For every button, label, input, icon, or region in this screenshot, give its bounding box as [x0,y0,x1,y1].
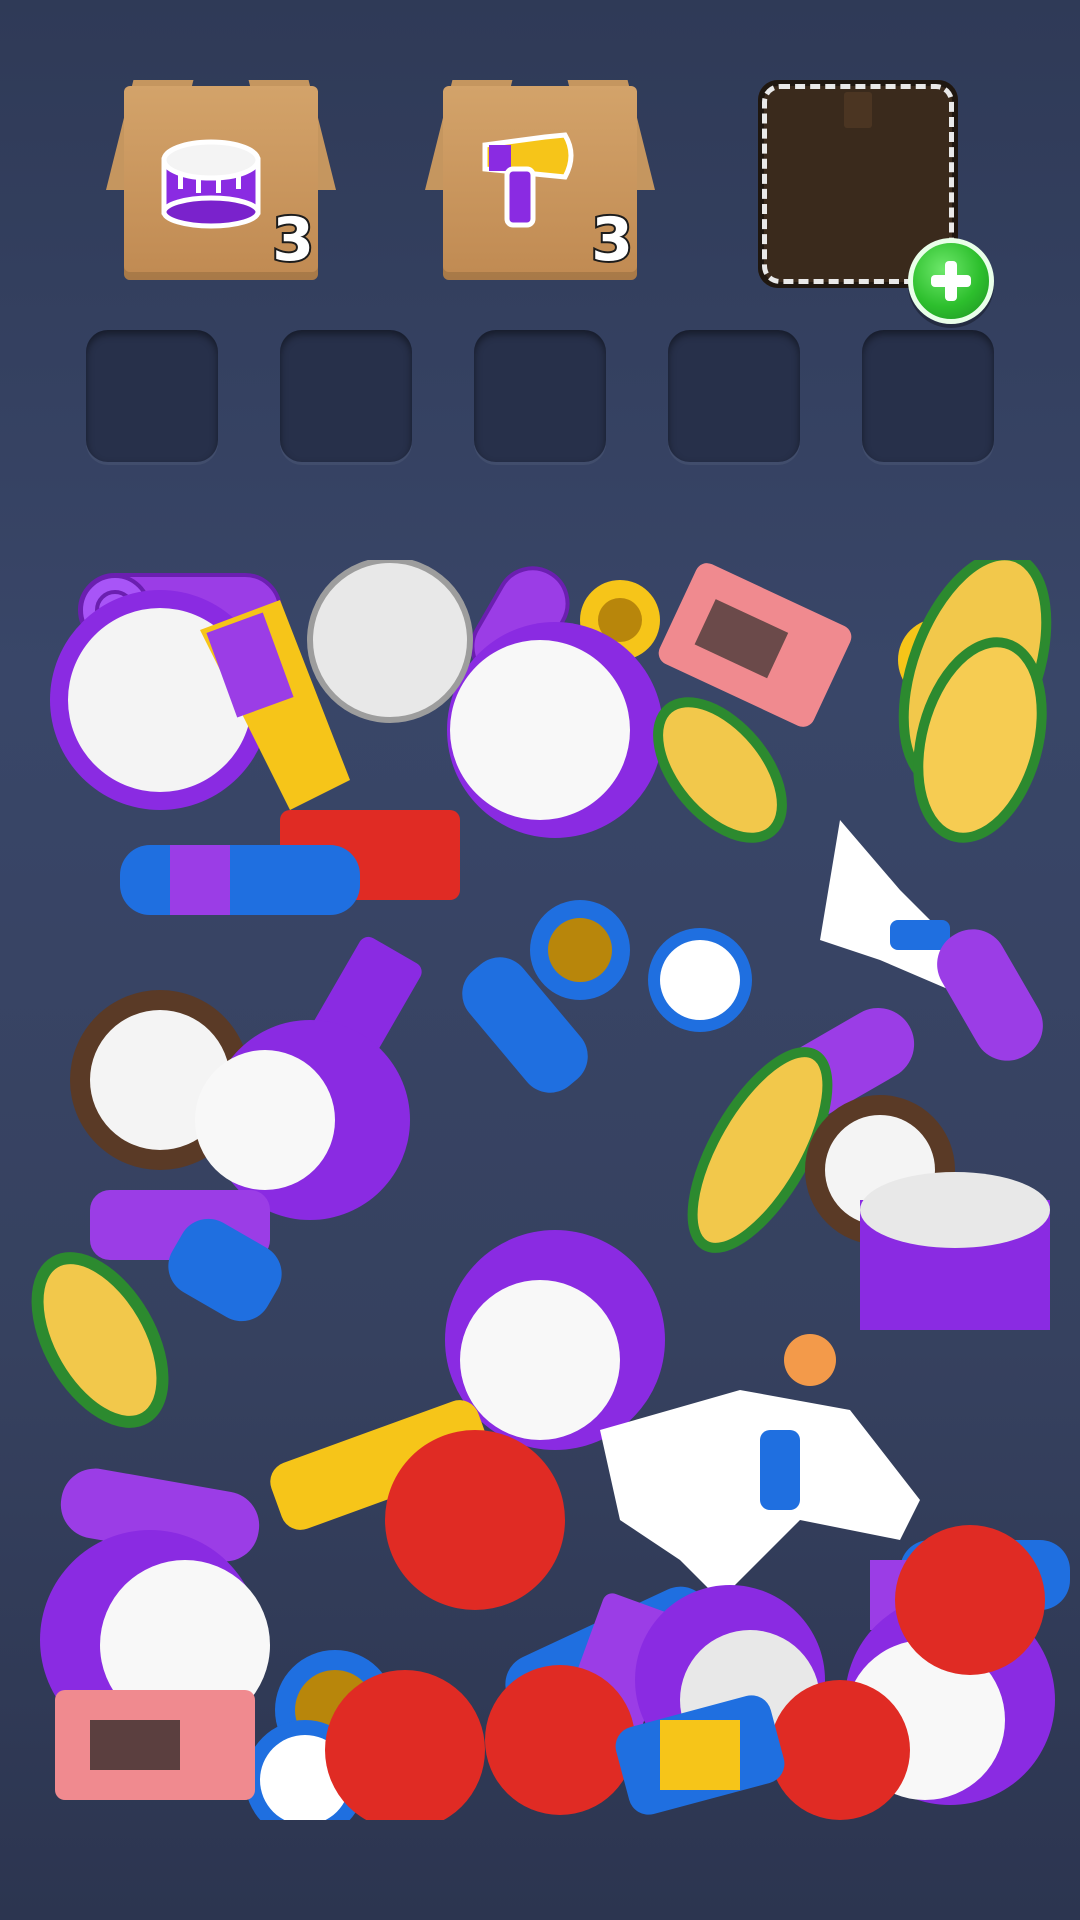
order-box-drum: 3 [106,80,336,280]
drum-icon [161,139,261,229]
corn-item[interactable] [20,1237,188,1443]
hair-dryer-icon [482,132,574,228]
drum-item[interactable] [307,557,473,723]
apple-item[interactable] [385,1430,565,1610]
toy-car-item[interactable] [55,1690,255,1800]
order-box-hair-dryer: 3 [425,80,655,280]
drum-item[interactable] [447,622,663,838]
item-pile [20,550,1070,1840]
add-order-button[interactable] [908,238,994,324]
order-count: 3 [589,205,635,275]
tray-slot-4 [668,330,800,462]
tray-slot-1 [86,330,218,462]
blue-cup-item[interactable] [530,900,752,1032]
tray-slot-3 [474,330,606,462]
blue-bottle-item[interactable] [120,845,360,915]
tray-slot-2 [280,330,412,462]
drum-item[interactable] [860,1172,1050,1330]
order-count: 3 [270,205,316,275]
tray-slot-5 [862,330,994,462]
